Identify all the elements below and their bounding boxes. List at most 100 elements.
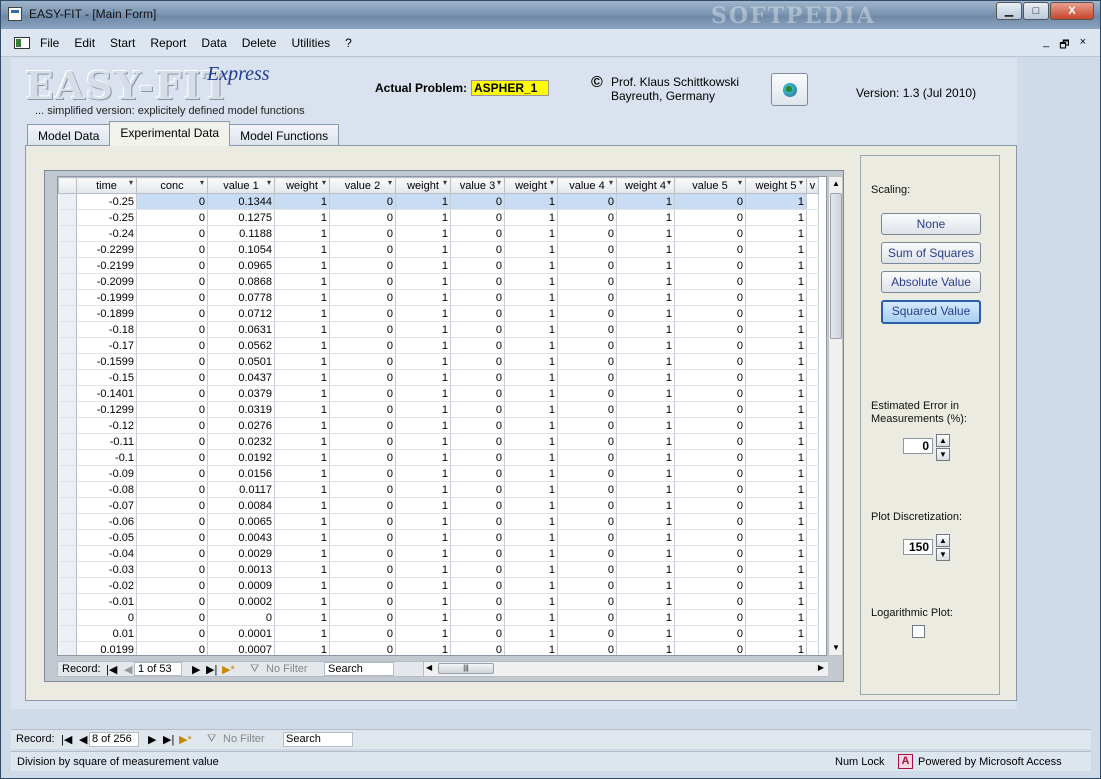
table-cell[interactable]: 0 [136, 433, 208, 450]
table-cell[interactable]: 1 [395, 513, 451, 530]
table-cell[interactable]: 1 [616, 465, 675, 482]
table-cell[interactable]: 1 [616, 593, 675, 610]
table-cell[interactable]: 1 [504, 209, 558, 226]
table-row[interactable]: -0.09 0 0.0156 1 0 1 0 1 0 1 0 1 [58, 465, 819, 482]
table-cell[interactable]: 0 [450, 385, 505, 402]
table-cell[interactable]: 0.0631 [207, 321, 275, 338]
table-cell[interactable]: 0 [329, 433, 396, 450]
table-cell[interactable]: 0 [450, 513, 505, 530]
column-header[interactable]: value 5 ▾ [674, 177, 746, 194]
table-cell[interactable]: 0 [329, 289, 396, 306]
table-cell[interactable]: 1 [274, 481, 330, 498]
table-cell[interactable]: 0 [557, 497, 617, 514]
table-cell[interactable]: 0.0065 [207, 513, 275, 530]
table-cell[interactable]: 1 [745, 385, 807, 402]
table-cell[interactable]: 0 [450, 561, 505, 578]
table-cell[interactable]: 1 [274, 433, 330, 450]
table-row[interactable]: -0.15 0 0.0437 1 0 1 0 1 0 1 0 1 [58, 369, 819, 386]
table-cell[interactable]: 1 [274, 241, 330, 258]
table-cell[interactable]: 1 [745, 337, 807, 354]
table-cell[interactable]: -0.04 [76, 545, 137, 562]
table-cell[interactable]: 1 [395, 225, 451, 242]
table-row[interactable]: -0.01 0 0.0002 1 0 1 0 1 0 1 0 1 [58, 593, 819, 610]
table-cell[interactable]: -0.1899 [76, 305, 137, 322]
table-cell[interactable]: 0 [136, 609, 208, 626]
table-cell[interactable]: 0.0501 [207, 353, 275, 370]
table-cell[interactable]: 1 [504, 513, 558, 530]
column-dropdown-icon[interactable]: ▾ [738, 179, 742, 188]
table-cell[interactable]: -0.1599 [76, 353, 137, 370]
column-dropdown-icon[interactable]: ▾ [267, 179, 271, 188]
menu-item-0[interactable]: File [40, 36, 59, 50]
header-selector[interactable] [58, 177, 77, 194]
table-cell[interactable]: -0.17 [76, 337, 137, 354]
table-cell[interactable]: 0 [674, 625, 746, 642]
table-cell[interactable]: 0.0276 [207, 417, 275, 434]
table-cell[interactable]: 1 [504, 449, 558, 466]
table-cell[interactable]: 0.0001 [207, 625, 275, 642]
table-cell[interactable]: -0.02 [76, 577, 137, 594]
tab-experimental-data[interactable]: Experimental Data [109, 121, 231, 146]
table-cell[interactable]: 1 [395, 401, 451, 418]
table-cell[interactable]: 1 [395, 545, 451, 562]
table-cell[interactable]: 1 [504, 497, 558, 514]
table-cell[interactable]: 0.0117 [207, 481, 275, 498]
table-cell[interactable]: 0 [557, 369, 617, 386]
row-selector[interactable] [58, 497, 77, 514]
table-cell[interactable]: 0 [329, 273, 396, 290]
menu-item-7[interactable]: ? [345, 36, 352, 50]
table-cell[interactable]: 1 [745, 513, 807, 530]
table-cell[interactable]: 0 [136, 225, 208, 242]
table-cell[interactable]: 1 [745, 369, 807, 386]
row-selector[interactable] [58, 433, 77, 450]
table-cell[interactable]: -0.1999 [76, 289, 137, 306]
table-cell[interactable]: 0 [674, 273, 746, 290]
table-cell[interactable]: 1 [274, 225, 330, 242]
table-cell[interactable]: 0 [329, 257, 396, 274]
form-icon[interactable] [14, 37, 30, 49]
table-cell[interactable]: 1 [504, 385, 558, 402]
table-cell[interactable]: 0.0437 [207, 369, 275, 386]
table-cell[interactable]: 0 [136, 465, 208, 482]
table-cell[interactable]: 0.0868 [207, 273, 275, 290]
table-cell[interactable]: 0 [674, 641, 746, 655]
table-cell[interactable]: 0.0009 [207, 577, 275, 594]
table-row[interactable]: -0.12 0 0.0276 1 0 1 0 1 0 1 0 1 [58, 417, 819, 434]
table-cell[interactable]: 0.0319 [207, 401, 275, 418]
column-dropdown-icon[interactable]: ▾ [497, 179, 501, 188]
table-cell[interactable]: 1 [745, 641, 807, 655]
column-header[interactable]: time ▾ [76, 177, 137, 194]
column-header[interactable]: v [806, 177, 819, 194]
table-cell[interactable]: 1 [616, 337, 675, 354]
row-selector[interactable] [58, 561, 77, 578]
table-cell[interactable]: 0 [136, 561, 208, 578]
table-cell[interactable]: 0 [450, 241, 505, 258]
row-selector[interactable] [58, 289, 77, 306]
table-cell[interactable]: 0 [450, 641, 505, 655]
table-row[interactable]: -0.1401 0 0.0379 1 0 1 0 1 0 1 0 1 [58, 385, 819, 402]
table-cell[interactable]: 0 [450, 497, 505, 514]
table-cell[interactable]: 1 [274, 449, 330, 466]
table-cell[interactable]: 1 [745, 465, 807, 482]
table-cell[interactable]: 0 [450, 417, 505, 434]
scroll-thumb[interactable] [830, 193, 842, 339]
table-cell[interactable]: 1 [616, 369, 675, 386]
row-selector[interactable] [58, 449, 77, 466]
row-selector[interactable] [58, 577, 77, 594]
row-selector[interactable] [58, 401, 77, 418]
table-cell[interactable]: 0 [674, 369, 746, 386]
table-cell[interactable]: 1 [395, 353, 451, 370]
table-cell[interactable]: 1 [745, 305, 807, 322]
table-cell[interactable]: -0.2199 [76, 257, 137, 274]
column-header[interactable]: weight 5 ▾ [745, 177, 807, 194]
table-cell[interactable]: 1 [745, 481, 807, 498]
table-cell[interactable]: 0 [136, 577, 208, 594]
column-dropdown-icon[interactable]: ▾ [609, 179, 613, 188]
table-cell[interactable]: 1 [274, 337, 330, 354]
table-cell[interactable]: 1 [504, 529, 558, 546]
row-selector[interactable] [58, 529, 77, 546]
table-row[interactable]: -0.04 0 0.0029 1 0 1 0 1 0 1 0 1 [58, 545, 819, 562]
table-row[interactable]: -0.1 0 0.0192 1 0 1 0 1 0 1 0 1 [58, 449, 819, 466]
scroll-right-icon[interactable]: ▶ [818, 663, 824, 672]
record-position-field[interactable]: 1 of 53 [134, 662, 182, 676]
